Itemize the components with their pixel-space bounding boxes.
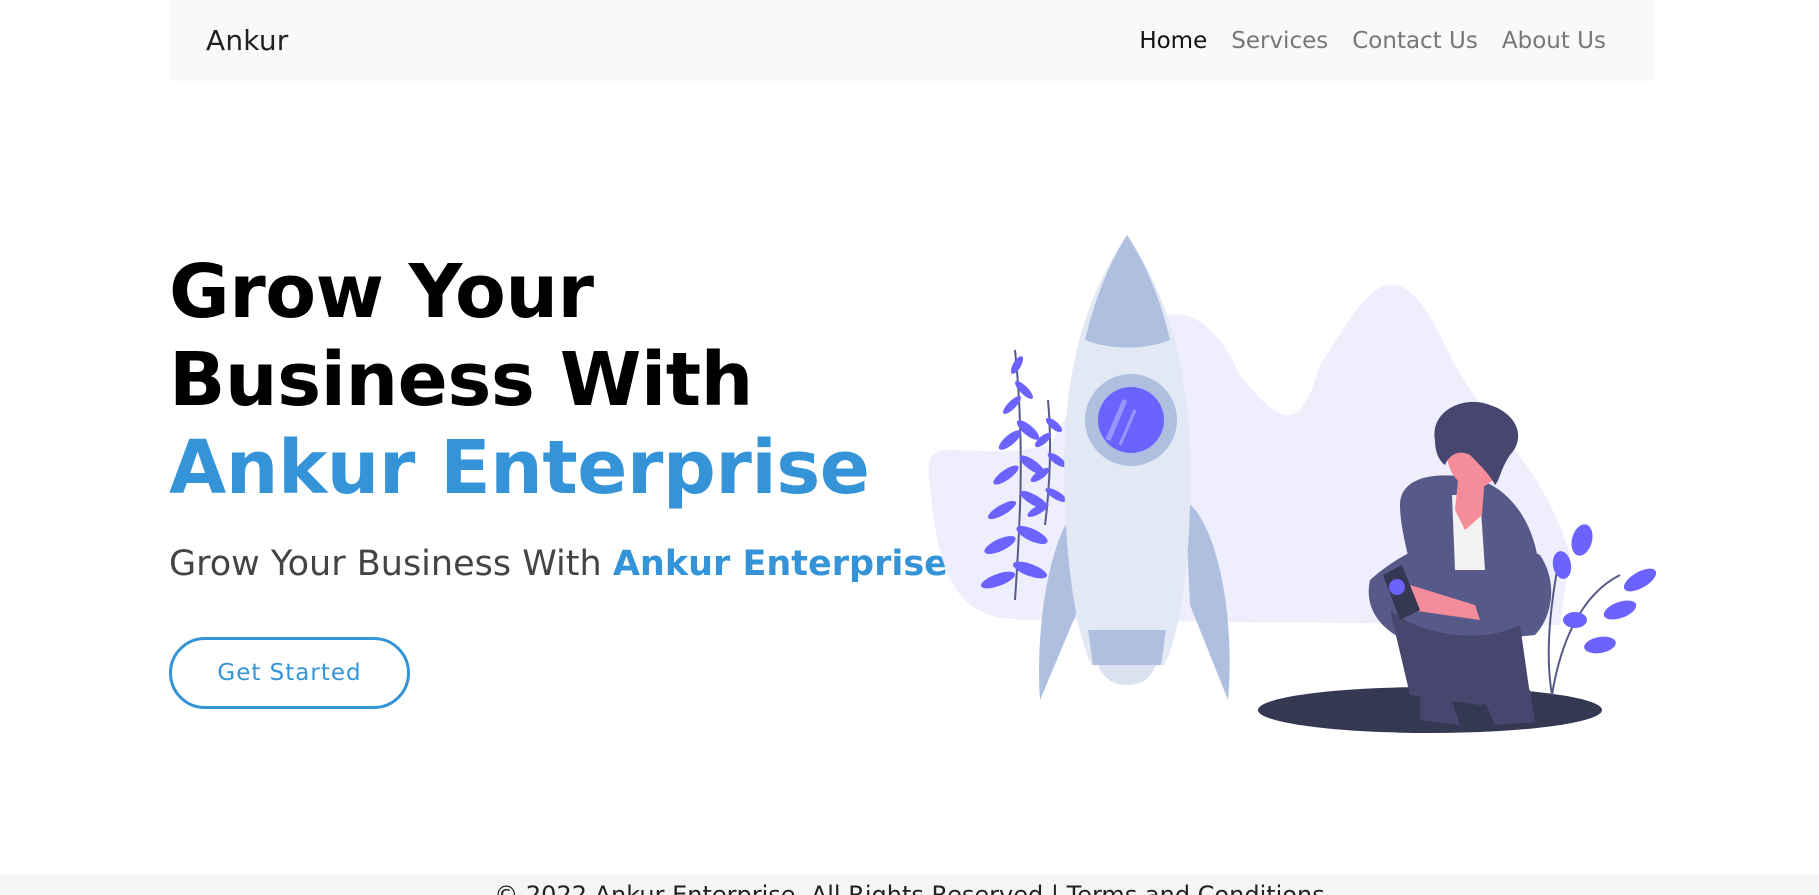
hero-subtitle-text: Grow Your Business With bbox=[169, 544, 613, 584]
footer-copyright: © 2022 Ankur Enterprise. All Rights Rese… bbox=[494, 881, 1325, 895]
hero-title-text: Grow Your Business With bbox=[169, 249, 753, 423]
brand-logo[interactable]: Ankur bbox=[206, 24, 289, 57]
hero-subtitle: Grow Your Business With Ankur Enterprise bbox=[169, 544, 948, 584]
nav-link-contact-us[interactable]: Contact Us bbox=[1352, 28, 1478, 54]
footer: © 2022 Ankur Enterprise. All Rights Rese… bbox=[0, 875, 1819, 895]
hero-title-accent: Ankur Enterprise bbox=[169, 425, 870, 511]
get-started-button[interactable]: Get Started bbox=[169, 637, 410, 709]
nav-links: Home Services Contact Us About Us bbox=[1139, 28, 1606, 54]
nav-link-home[interactable]: Home bbox=[1139, 28, 1207, 54]
hero-subtitle-accent: Ankur Enterprise bbox=[612, 544, 948, 584]
navbar: Ankur Home Services Contact Us About Us bbox=[169, 0, 1654, 81]
rocket-illustration bbox=[928, 235, 1657, 733]
nav-link-services[interactable]: Services bbox=[1231, 28, 1328, 54]
nav-link-about-us[interactable]: About Us bbox=[1502, 28, 1606, 54]
hero-title: Grow Your Business With Ankur Enterprise bbox=[169, 248, 889, 512]
